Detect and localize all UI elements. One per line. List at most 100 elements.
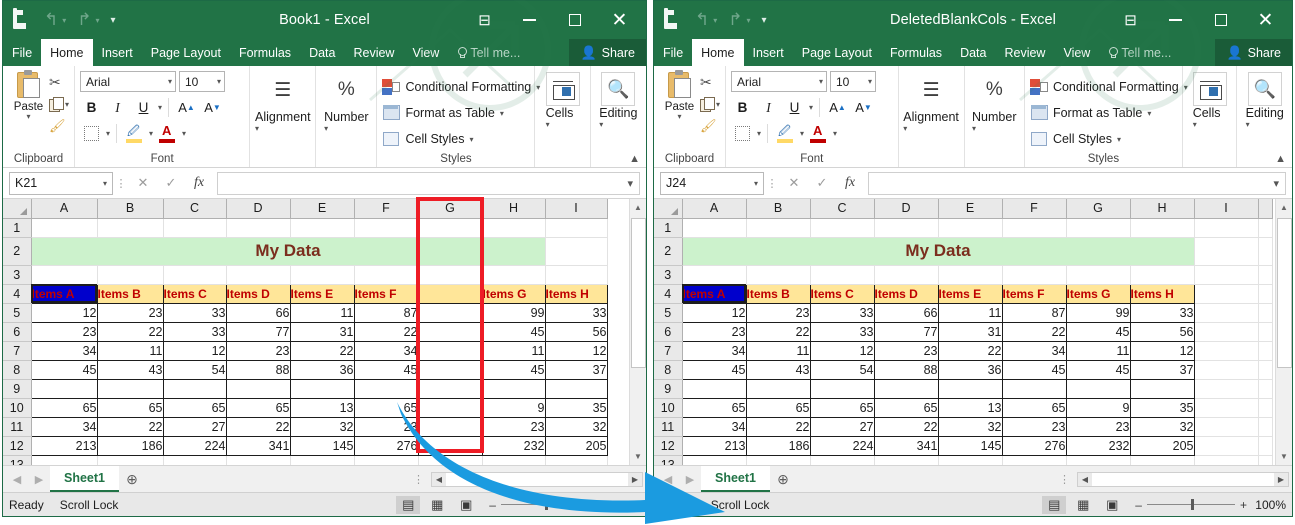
row-header-7[interactable]: 7 xyxy=(654,341,682,360)
cell[interactable]: 232 xyxy=(1066,436,1130,455)
cell[interactable] xyxy=(418,218,482,237)
column-header-f[interactable]: F xyxy=(354,199,418,218)
share-button[interactable]: 👤 Share xyxy=(1215,39,1292,66)
underline-button[interactable]: U xyxy=(783,97,806,119)
cell[interactable]: 43 xyxy=(97,360,163,379)
cell[interactable]: 45 xyxy=(1066,322,1130,341)
cell[interactable] xyxy=(1194,303,1258,322)
cell[interactable] xyxy=(418,284,482,303)
cell[interactable]: 205 xyxy=(545,436,607,455)
cell[interactable] xyxy=(1194,455,1258,465)
cell-styles-button[interactable]: Cell Styles ▾ xyxy=(382,126,473,152)
cell[interactable]: 65 xyxy=(682,398,746,417)
format-as-table-caret-icon[interactable]: ▾ xyxy=(1147,109,1151,118)
cell[interactable] xyxy=(97,218,163,237)
sheet-tab-sheet1[interactable]: Sheet1 xyxy=(701,466,770,492)
cell[interactable]: 33 xyxy=(163,303,226,322)
header-cell[interactable]: Items C xyxy=(163,284,226,303)
font-size-combo[interactable]: 10 ▾ xyxy=(830,71,876,92)
font-color-caret-icon[interactable]: ▾ xyxy=(833,130,837,137)
tab-data[interactable]: Data xyxy=(300,39,344,66)
cell[interactable] xyxy=(1258,341,1272,360)
cell[interactable]: 23 xyxy=(874,341,938,360)
formula-bar-handle[interactable]: ⋮ xyxy=(764,177,780,190)
cell[interactable] xyxy=(810,218,874,237)
scroll-up-icon[interactable]: ▲ xyxy=(1276,199,1293,216)
cell[interactable]: 65 xyxy=(226,398,290,417)
tab-split-handle[interactable]: ⋮ xyxy=(406,473,431,486)
font-size-caret-icon[interactable]: ▾ xyxy=(868,77,872,86)
cell[interactable]: 22 xyxy=(1002,322,1066,341)
row-header-1[interactable]: 1 xyxy=(654,218,682,237)
editing-caret-icon[interactable]: ▾ xyxy=(1246,120,1250,130)
zoom-track-left[interactable] xyxy=(501,504,589,505)
cell[interactable] xyxy=(354,455,418,465)
header-cell[interactable]: Items D xyxy=(226,284,290,303)
collapse-ribbon-icon[interactable]: ▲ xyxy=(629,153,640,165)
tab-home[interactable]: Home xyxy=(41,39,92,66)
row-header-7[interactable]: 7 xyxy=(3,341,31,360)
cell[interactable]: 13 xyxy=(938,398,1002,417)
vscroll-track-left[interactable] xyxy=(630,216,647,448)
cell[interactable]: 22 xyxy=(97,322,163,341)
number-caret-icon[interactable]: ▾ xyxy=(972,124,976,134)
cell[interactable]: 12 xyxy=(545,341,607,360)
column-header-g[interactable]: G xyxy=(418,199,482,218)
number-caret-icon[interactable]: ▾ xyxy=(324,124,328,134)
table-row[interactable]: 10656565651365935 xyxy=(3,398,607,417)
cell[interactable] xyxy=(545,265,607,284)
cell[interactable]: 65 xyxy=(874,398,938,417)
tab-split-handle[interactable]: ⋮ xyxy=(1052,473,1077,486)
cut-button[interactable]: ✂ xyxy=(700,72,720,92)
cell[interactable] xyxy=(97,379,163,398)
header-cell[interactable]: Items H xyxy=(1130,284,1194,303)
ribbon-group-alignment[interactable]: ☰ Alignment ▾ xyxy=(250,66,316,167)
banner-cell[interactable]: My Data xyxy=(31,237,545,265)
cell[interactable] xyxy=(1258,417,1272,436)
cell[interactable] xyxy=(418,265,482,284)
header-cell[interactable]: Items E xyxy=(290,284,354,303)
cell[interactable]: 33 xyxy=(810,303,874,322)
page-layout-view-icon[interactable]: ▦ xyxy=(425,496,449,514)
cell[interactable] xyxy=(682,265,746,284)
cell[interactable]: 33 xyxy=(810,322,874,341)
cell[interactable]: 65 xyxy=(354,398,418,417)
tab-file[interactable]: File xyxy=(654,39,692,66)
cell[interactable] xyxy=(482,379,545,398)
cell[interactable]: 12 xyxy=(682,303,746,322)
scroll-down-icon[interactable]: ▼ xyxy=(630,448,647,465)
paste-caret-icon[interactable]: ▾ xyxy=(677,113,681,120)
cell[interactable]: 35 xyxy=(1130,398,1194,417)
cell[interactable] xyxy=(545,455,607,465)
italic-button[interactable]: I xyxy=(106,97,129,119)
tab-home[interactable]: Home xyxy=(692,39,743,66)
cancel-formula-icon[interactable]: ✕ xyxy=(129,172,157,195)
cell[interactable]: 213 xyxy=(682,436,746,455)
cell[interactable] xyxy=(1002,379,1066,398)
font-color-button[interactable]: A xyxy=(807,123,830,145)
cell[interactable] xyxy=(1194,379,1258,398)
cell[interactable]: 276 xyxy=(1002,436,1066,455)
cell[interactable] xyxy=(1258,436,1272,455)
cell[interactable]: 9 xyxy=(1066,398,1130,417)
scroll-down-icon[interactable]: ▼ xyxy=(1276,448,1293,465)
cell[interactable]: 145 xyxy=(938,436,1002,455)
active-cell-header[interactable]: Items A xyxy=(31,284,97,303)
cell[interactable]: 22 xyxy=(354,322,418,341)
cell-styles-caret-icon[interactable]: ▾ xyxy=(1117,135,1121,144)
cell[interactable]: 32 xyxy=(545,417,607,436)
header-cell[interactable]: Items B xyxy=(746,284,810,303)
close-icon[interactable]: ✕ xyxy=(597,1,642,39)
tab-view[interactable]: View xyxy=(403,39,448,66)
cell[interactable] xyxy=(1258,360,1272,379)
ribbon-display-options-icon[interactable]: ⊟ xyxy=(1108,1,1153,39)
format-as-table-caret-icon[interactable]: ▾ xyxy=(500,109,504,118)
row-header-9[interactable]: 9 xyxy=(3,379,31,398)
name-box-caret-icon[interactable]: ▾ xyxy=(754,179,758,188)
ribbon-group-number[interactable]: % Number ▾ xyxy=(965,66,1025,167)
cell[interactable]: 23 xyxy=(354,417,418,436)
cell[interactable]: 65 xyxy=(1002,398,1066,417)
increase-font-size-button[interactable]: A▲ xyxy=(826,97,849,119)
cell[interactable] xyxy=(938,455,1002,465)
cell[interactable] xyxy=(1130,455,1194,465)
